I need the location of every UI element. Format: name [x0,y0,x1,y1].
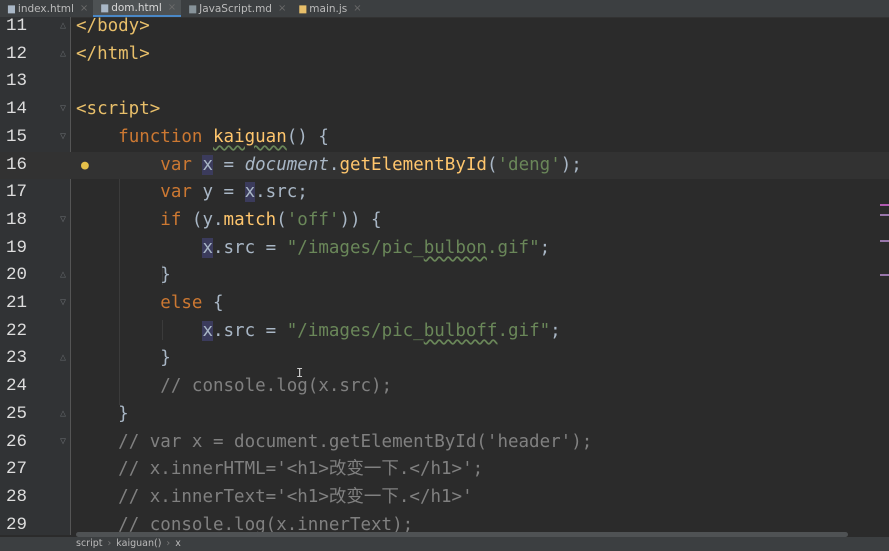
breadcrumb-item[interactable]: script [76,538,102,549]
line-number: 24 [6,376,28,397]
line-number: 21 [6,293,28,313]
code-line[interactable]: 27 // x.innerHTML='<h1>改变一下.</h1>'; [0,456,889,484]
code-text: </body> [76,16,150,36]
line-number: 15 [6,126,28,147]
line-number: 14 [6,99,28,120]
fold-start-icon[interactable]: ▽ [60,214,66,225]
code-text: function kaiguan() { [118,126,329,147]
code-editor[interactable]: 11 △ </body> 12 △ </html> 13 14 ▽ <script> 15 ▽ fun… [0,16,889,535]
line-number: 11 [6,16,28,36]
code-text: } [76,348,171,369]
line-number: 28 [6,486,28,507]
code-line[interactable]: 28 // x.innerText='<h1>改变一下.</h1>' [0,484,889,512]
code-text: // x.innerText='<h1>改变一下.</h1>' [118,486,473,507]
code-text: // console.log(x.src); [160,376,393,397]
html-file-icon: ▆ [8,3,15,14]
line-number: 23 [6,348,28,369]
line-number: 22 [6,320,28,341]
js-file-icon: ▆ [299,3,307,14]
line-number: 29 [6,514,28,535]
line-number: 13 [6,71,28,92]
code-line[interactable]: 16 ● var x = document.getElementById('den… [0,151,889,180]
fold-start-icon[interactable]: ▽ [60,436,66,447]
line-number: 20 [6,265,28,286]
breadcrumb-separator-icon: › [166,538,171,549]
html-file-icon: ▆ [101,2,109,13]
close-tab-icon[interactable]: × [168,2,176,13]
code-line[interactable]: 12 △ </html> [0,41,889,69]
code-line[interactable]: 17 var y = x.src; [0,179,889,207]
breadcrumb: script › kaiguan() › x [0,537,889,551]
code-text: x.src = "/images/pic_bulboff.gif"; [202,320,561,341]
code-text: x.src = "/images/pic_bulbon.gif"; [202,237,551,258]
fold-start-icon[interactable]: ▽ [60,131,66,142]
code-text: } [76,265,171,286]
fold-end-icon[interactable]: △ [60,270,66,280]
code-line[interactable]: 19 x.src = "/images/pic_bulbon.gif"; [0,235,889,263]
code-text: var y = x.src; [160,182,308,203]
code-line[interactable]: 14 ▽ <script> [0,96,889,124]
code-line[interactable]: 23 △ } [0,345,889,373]
code-text: } [76,403,129,424]
code-text: // var x = document.getElementById('head… [118,431,593,452]
line-number: 19 [6,237,28,258]
line-number: 25 [6,403,28,424]
code-line[interactable]: 15 ▽ function kaiguan() { [0,124,889,152]
code-line[interactable]: 21 ▽ else { [0,290,889,318]
code-line[interactable]: 24 // console.log(x.src); [0,373,889,401]
code-line[interactable]: 13 [0,68,889,96]
code-text: </html> [76,43,150,64]
line-number: 27 [6,459,28,480]
code-text: <script> [76,99,161,120]
code-text: else { [160,293,224,313]
line-number: 26 [6,431,28,452]
stripe-mark[interactable] [880,204,889,206]
breadcrumb-separator-icon: › [107,538,112,549]
fold-end-icon[interactable]: △ [60,21,66,31]
fold-start-icon[interactable]: ▽ [60,104,66,114]
code-line[interactable]: 18 ▽ if (y.match('off')) { [0,207,889,235]
tab-label: dom.html [111,1,162,14]
stripe-mark[interactable] [880,240,889,242]
breadcrumb-item[interactable]: x [175,538,181,549]
line-number: 18 [6,209,28,230]
line-number: 17 [6,182,28,203]
stripe-mark[interactable] [880,274,889,276]
line-number: 12 [6,43,28,64]
line-number: 16 [6,154,28,175]
fold-end-icon[interactable]: △ [60,353,66,363]
code-line[interactable]: 26 ▽ // var x = document.getElementById('… [0,429,889,457]
code-text: // x.innerHTML='<h1>改变一下.</h1>'; [118,459,484,480]
fold-end-icon[interactable]: △ [60,408,66,419]
mouse-ibeam-cursor-icon: Ι [296,366,304,380]
md-file-icon: ▆ [189,3,197,14]
fold-start-icon[interactable]: ▽ [60,298,66,308]
code-line[interactable]: 22 x.src = "/images/pic_bulboff.gif"; [0,318,889,346]
code-text: if (y.match('off')) { [160,209,382,230]
code-text: var x = document.getElementById('deng'); [160,154,582,175]
code-line[interactable]: 25 △ } [0,401,889,429]
stripe-mark[interactable] [880,214,889,216]
fold-end-icon[interactable]: △ [60,48,66,59]
breadcrumb-item[interactable]: kaiguan() [116,538,161,549]
code-line[interactable]: 20 △ } [0,262,889,290]
code-line[interactable]: 11 △ </body> [0,13,889,41]
